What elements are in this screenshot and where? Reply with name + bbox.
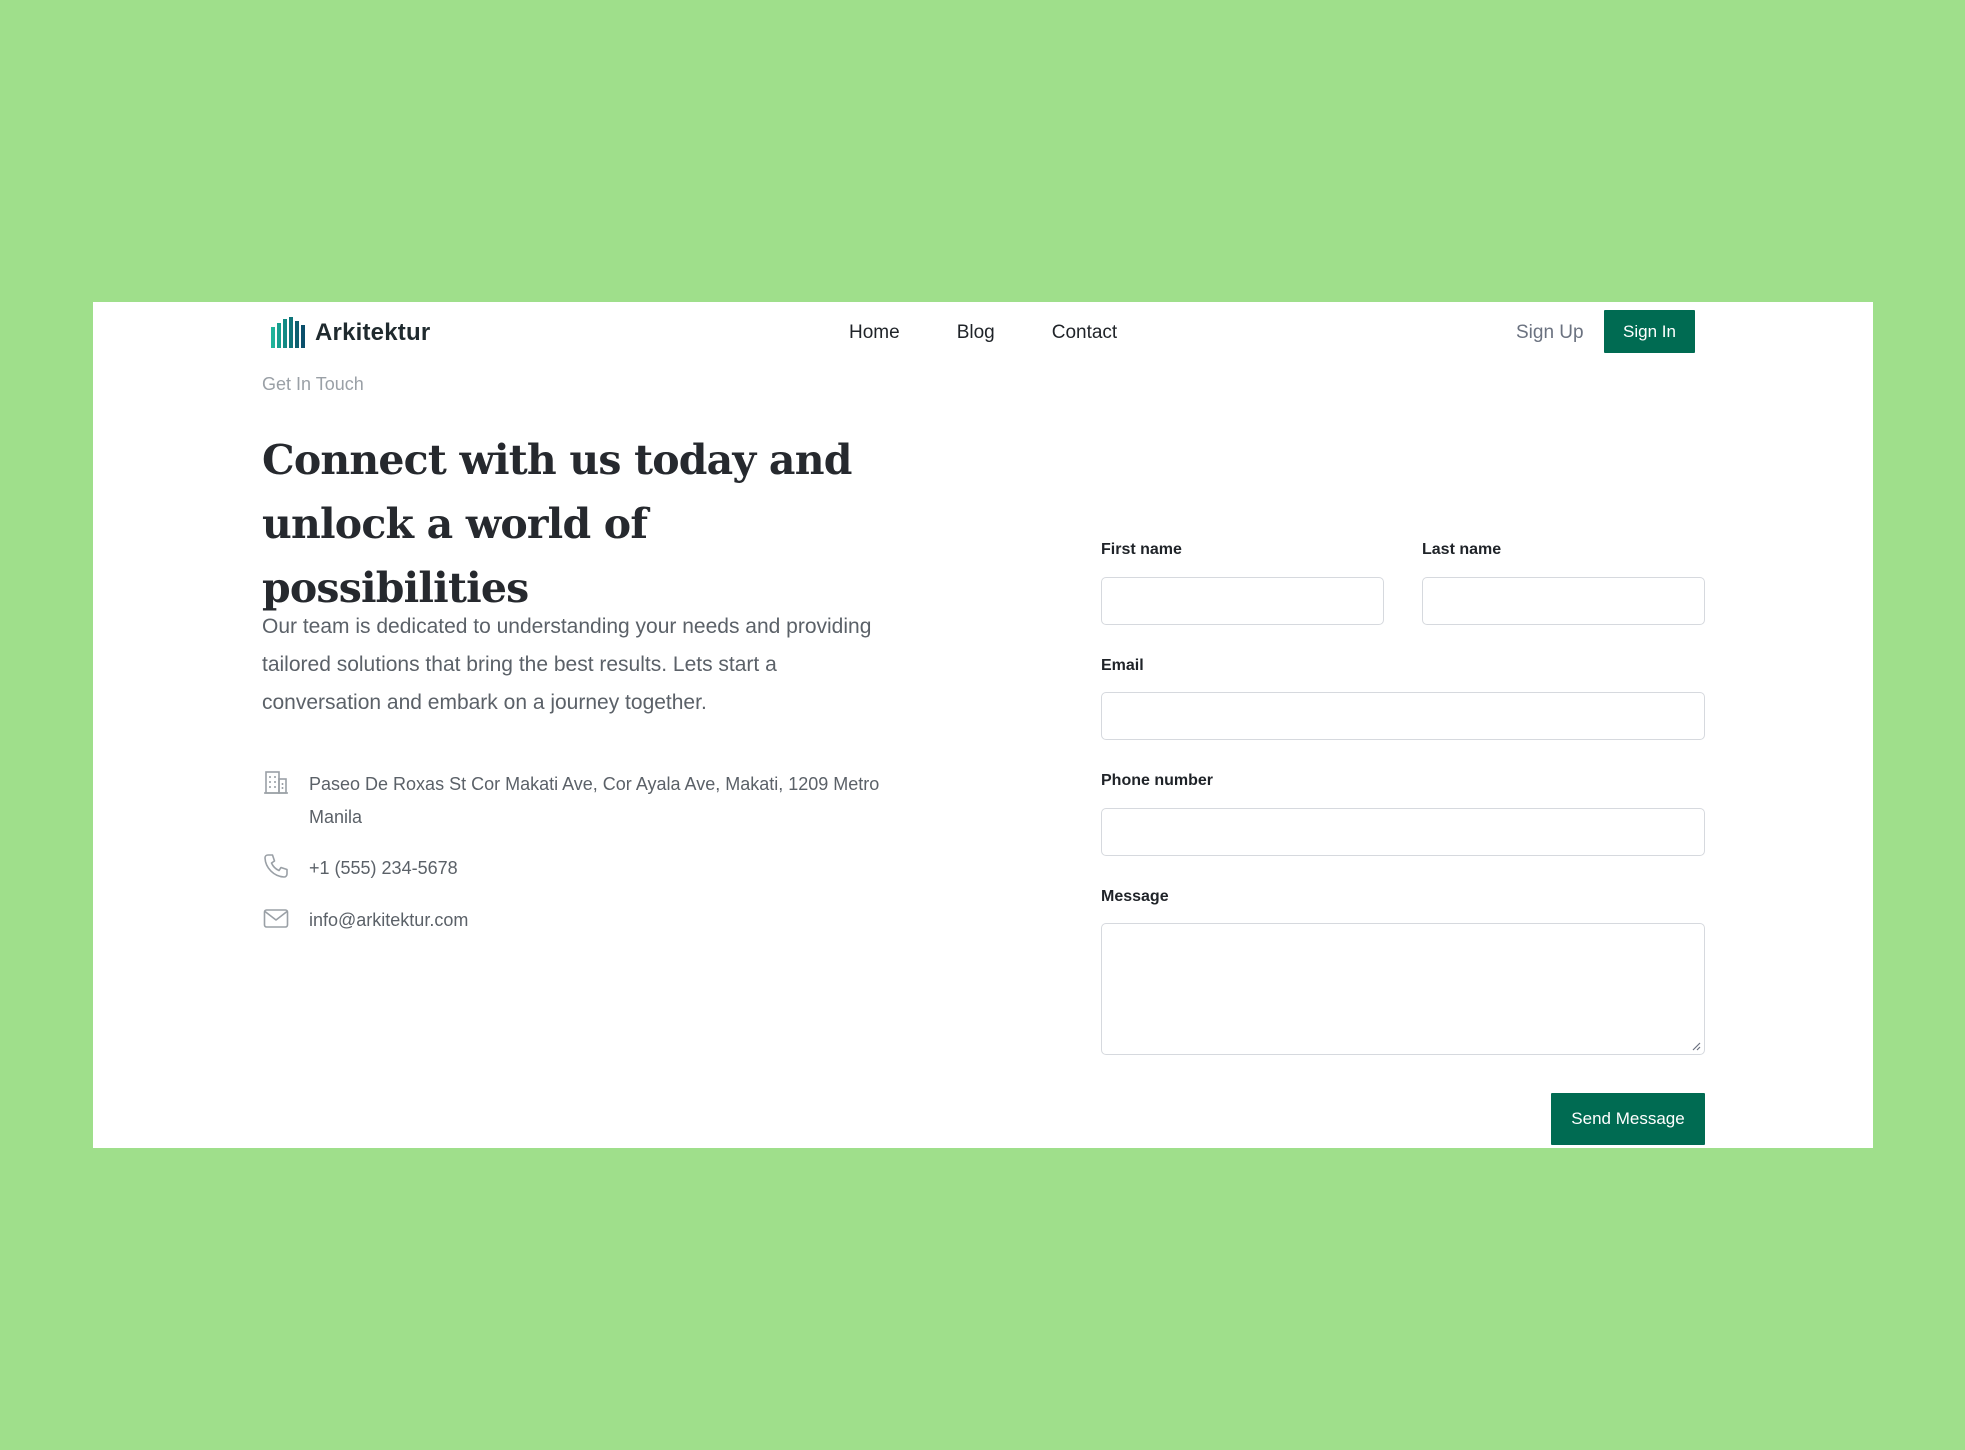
main-nav: Home Blog Contact: [849, 316, 1117, 350]
phone-field[interactable]: [1101, 808, 1705, 856]
last-name-input[interactable]: [1422, 577, 1705, 625]
sign-up-link[interactable]: Sign Up: [1516, 316, 1584, 350]
sign-in-button[interactable]: Sign In: [1604, 310, 1695, 353]
intro-text: Our team is dedicated to understanding y…: [262, 615, 872, 714]
first-name-label: First name: [1101, 541, 1182, 558]
email-text: info@arkitektur.com: [309, 910, 469, 930]
nav-item-blog[interactable]: Blog: [957, 322, 995, 344]
page-headline: Connect with us today and unlock a world…: [262, 436, 852, 612]
building-icon: [264, 771, 288, 794]
nav-item-home[interactable]: Home: [849, 322, 900, 344]
brand-logo[interactable]: Arkitektur: [270, 316, 430, 350]
email-item: info@arkitektur.com: [262, 904, 902, 937]
address-text: Paseo De Roxas St Cor Makati Ave, Cor Ay…: [309, 774, 880, 827]
message-textarea[interactable]: [1101, 923, 1705, 1055]
email-field[interactable]: [1101, 692, 1705, 740]
nav-item-contact[interactable]: Contact: [1052, 322, 1117, 344]
phone-text: +1 (555) 234-5678: [309, 858, 458, 878]
building-columns-logo: [271, 317, 305, 348]
contact-page: Arkitektur Home Blog Contact Sign Up Sig…: [93, 302, 1873, 1148]
phone-item: +1 (555) 234-5678: [262, 852, 902, 885]
email-label: Email: [1101, 657, 1144, 674]
mail-icon: [263, 909, 289, 928]
first-name-input[interactable]: [1101, 577, 1384, 625]
brand-name: Arkitektur: [315, 319, 431, 346]
message-label: Message: [1101, 888, 1169, 905]
resize-handle-icon[interactable]: [1691, 1041, 1701, 1051]
address-item: Paseo De Roxas St Cor Makati Ave, Cor Ay…: [262, 768, 902, 834]
last-name-label: Last name: [1422, 541, 1502, 558]
send-message-button[interactable]: Send Message: [1551, 1093, 1705, 1145]
phone-icon: [264, 854, 288, 878]
phone-label: Phone number: [1101, 772, 1214, 789]
section-eyebrow: Get In Touch: [262, 374, 364, 394]
